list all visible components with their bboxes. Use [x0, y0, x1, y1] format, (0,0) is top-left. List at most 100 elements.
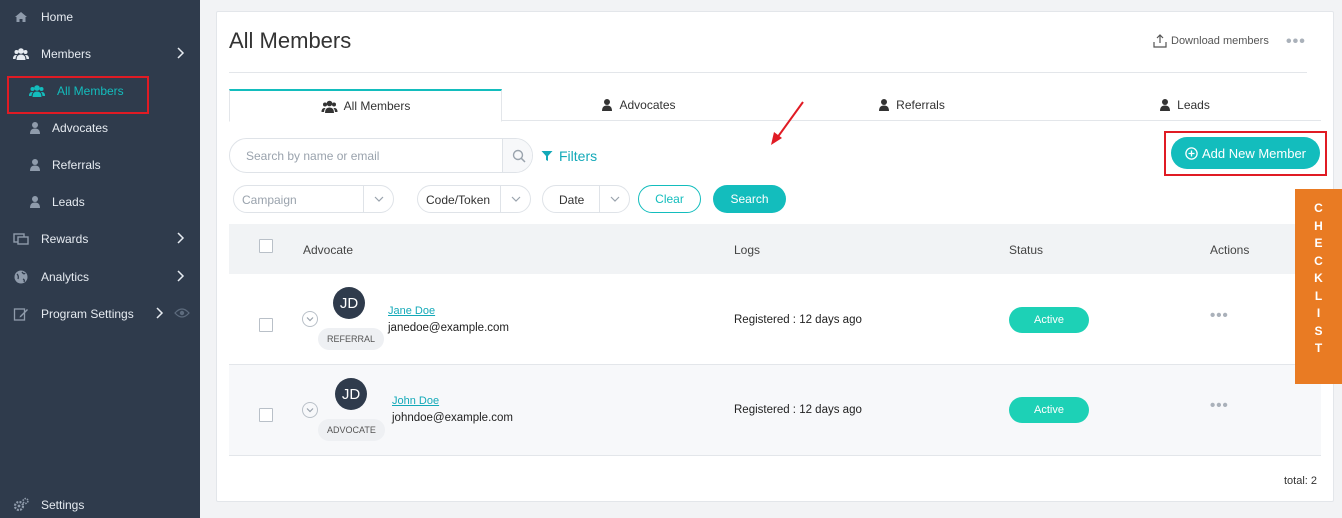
member-name-link[interactable]: Jane Doe [388, 305, 435, 317]
download-members-label: Download members [1171, 35, 1269, 47]
sidebar-item-home[interactable]: Home [0, 2, 200, 32]
code-token-label: Code/Token [426, 193, 491, 207]
edit-icon [13, 308, 28, 321]
expand-row-button[interactable] [302, 402, 318, 418]
sidebar-item-label: Analytics [41, 270, 90, 284]
user-icon [879, 99, 890, 111]
sidebar: Home Members All Members Advocates Refer… [0, 0, 200, 518]
column-header-logs: Logs [734, 243, 761, 257]
gears-icon [13, 497, 29, 512]
search-button[interactable]: Search [713, 185, 786, 213]
campaign-placeholder: Campaign [242, 193, 297, 207]
sidebar-item-advocates[interactable]: Advocates [0, 113, 200, 143]
column-header-actions: Actions [1210, 243, 1250, 257]
date-select[interactable]: Date [542, 185, 630, 213]
checklist-letter: I [1316, 306, 1321, 320]
table-header: Advocate Logs Status Actions [229, 224, 1321, 274]
filters-toggle[interactable]: Filters [541, 148, 597, 164]
chevron-right-icon [156, 307, 164, 319]
status-badge: Active [1009, 307, 1089, 333]
checklist-letter: C [1314, 253, 1323, 268]
sidebar-item-rewards[interactable]: Rewards [0, 224, 200, 254]
avatar: JD [333, 287, 365, 319]
users-icon [13, 48, 29, 60]
clear-button[interactable]: Clear [638, 185, 701, 213]
user-icon [30, 159, 40, 171]
checklist-letter: H [1314, 218, 1323, 233]
sidebar-item-leads[interactable]: Leads [0, 187, 200, 217]
gift-card-icon [13, 233, 29, 245]
sidebar-item-referrals[interactable]: Referrals [0, 150, 200, 180]
sidebar-item-label: Members [41, 47, 92, 61]
user-icon [30, 196, 40, 208]
row-actions-button[interactable]: ••• [1210, 397, 1229, 414]
checklist-letter: T [1314, 341, 1323, 355]
upload-icon [1153, 34, 1167, 48]
chevron-down-icon [306, 317, 314, 322]
search-box [229, 138, 533, 173]
code-token-select[interactable]: Code/Token [417, 185, 531, 213]
sidebar-item-program-settings[interactable]: Program Settings [0, 299, 200, 329]
sidebar-item-label: Program Settings [41, 307, 134, 321]
member-name-link[interactable]: John Doe [392, 395, 439, 407]
sidebar-item-members[interactable]: Members [0, 39, 200, 69]
tab-advocates[interactable]: Advocates [502, 89, 775, 121]
search-icon-button[interactable] [502, 139, 532, 172]
main-card: All Members Download members ••• All Mem… [216, 11, 1334, 502]
row-checkbox[interactable] [259, 318, 273, 332]
table-row: JD REFERRAL Jane Doe janedoe@example.com… [229, 274, 1321, 365]
sidebar-item-label: Rewards [41, 232, 89, 246]
checklist-letter: K [1314, 271, 1323, 285]
avatar: JD [335, 378, 367, 410]
column-header-advocate: Advocate [303, 243, 354, 257]
tab-referrals[interactable]: Referrals [775, 89, 1048, 121]
tab-label: Leads [1177, 98, 1210, 112]
chevron-down-icon [306, 408, 314, 413]
sidebar-item-label: Referrals [52, 158, 101, 172]
sidebar-item-settings[interactable]: Settings [0, 490, 200, 518]
globe-icon [14, 270, 28, 284]
more-options-button[interactable]: ••• [1286, 33, 1306, 51]
status-badge: Active [1009, 397, 1089, 423]
filter-icon [541, 151, 553, 161]
user-icon [30, 122, 40, 134]
column-header-status: Status [1009, 243, 1044, 257]
tab-all-members[interactable]: All Members [229, 89, 502, 122]
row-checkbox[interactable] [259, 408, 273, 422]
member-email: janedoe@example.com [388, 322, 509, 334]
divider [229, 72, 1307, 73]
member-type-badge: ADVOCATE [318, 419, 385, 441]
annotation-arrow [771, 101, 804, 145]
member-email: johndoe@example.com [392, 412, 513, 424]
download-members-button[interactable]: Download members [1153, 34, 1269, 48]
filters-label: Filters [559, 148, 598, 164]
highlight-box [1164, 131, 1327, 176]
expand-row-button[interactable] [302, 311, 318, 327]
checklist-letter: S [1314, 323, 1323, 338]
member-type-badge: REFERRAL [318, 328, 385, 350]
sidebar-item-label: Home [41, 10, 74, 24]
highlight-box [7, 76, 149, 114]
checklist-letter: E [1314, 236, 1323, 250]
table-row: JD ADVOCATE John Doe johndoe@example.com… [229, 365, 1321, 456]
sidebar-item-analytics[interactable]: Analytics [0, 262, 200, 292]
user-icon [602, 99, 613, 111]
users-icon [321, 100, 338, 113]
chevron-right-icon [177, 47, 185, 59]
checklist-tab[interactable]: C H E C K L I S T [1295, 189, 1342, 384]
chevron-down-icon [599, 186, 629, 212]
tab-leads[interactable]: Leads [1048, 89, 1321, 121]
chevron-down-icon [363, 186, 393, 212]
campaign-select[interactable]: Campaign [233, 185, 394, 213]
tab-label: All Members [343, 99, 411, 113]
user-icon [1160, 99, 1171, 111]
row-actions-button[interactable]: ••• [1210, 307, 1229, 324]
sidebar-item-label: Leads [52, 195, 85, 209]
search-input[interactable] [230, 139, 502, 172]
select-all-checkbox[interactable] [259, 239, 273, 253]
eye-icon[interactable] [174, 307, 190, 319]
tab-label: Advocates [619, 98, 676, 112]
member-logs: Registered : 12 days ago [734, 314, 862, 326]
page-title: All Members [229, 28, 352, 53]
sidebar-item-label: Advocates [52, 121, 109, 135]
